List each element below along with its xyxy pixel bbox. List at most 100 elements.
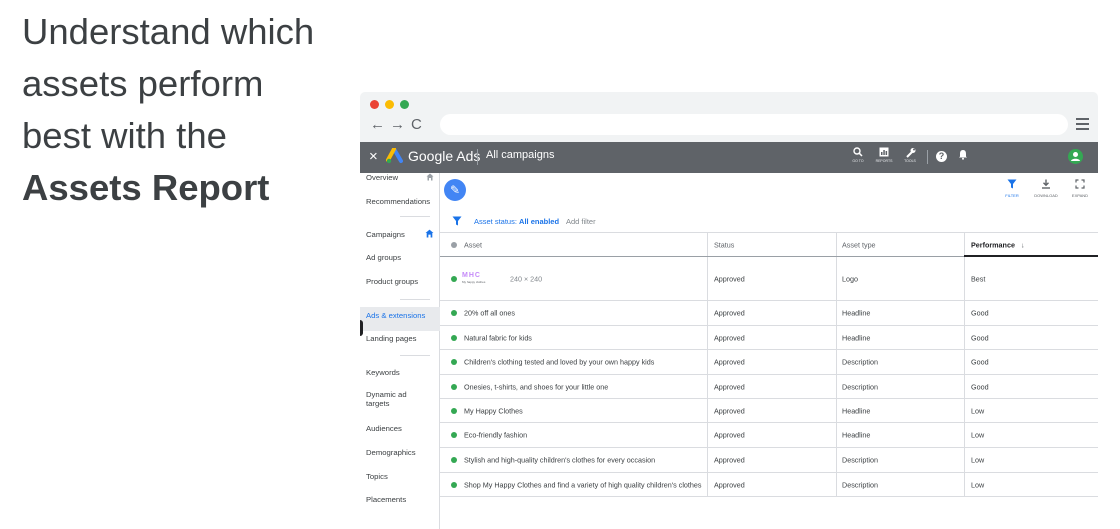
cell-performance: Good [971, 357, 989, 367]
table-row[interactable]: 20% off all ones Approved Headline Good [440, 301, 1098, 326]
google-ads-header: × Google Ads All campaigns GO TO REPORTS… [360, 142, 1098, 173]
filter-icon [1000, 179, 1024, 193]
back-icon[interactable]: ← [370, 116, 385, 133]
sidebar-item-ads-extensions[interactable]: Ads & extensions [366, 311, 436, 320]
cell-asset-type: Description [842, 455, 878, 465]
expand-button[interactable]: EXPAND [1068, 179, 1092, 199]
cell-status: Approved [714, 357, 745, 367]
sidebar-item-product-groups[interactable]: Product groups [366, 277, 436, 286]
cell-asset-type: Description [842, 357, 878, 367]
cell-performance: Good [971, 382, 989, 391]
enabled-status-dot [451, 407, 457, 414]
cell-status: Approved [714, 274, 745, 283]
cell-status: Approved [714, 430, 745, 440]
enabled-status-dot [451, 359, 457, 365]
cell-asset-type: Description [842, 480, 878, 489]
table-row[interactable]: Children's clothing tested and loved by … [440, 350, 1098, 375]
headline: Understand which assets perform best wit… [22, 6, 352, 214]
close-window-dot[interactable] [370, 100, 379, 109]
sort-arrow-icon: ↓ [1020, 240, 1025, 249]
sidebar-item-recommendations[interactable]: Recommendations [366, 197, 436, 206]
help-icon[interactable]: ? [936, 151, 947, 162]
filter-button[interactable]: FILTER [1000, 179, 1024, 199]
header-status[interactable]: Status [714, 240, 734, 249]
download-button[interactable]: DOWNLOAD [1032, 179, 1060, 199]
table-header: Asset Status Asset type Performance ↓ [440, 233, 1098, 257]
download-icon [1032, 179, 1060, 193]
headline-line-2: assets perform [22, 63, 264, 104]
cell-asset: Onesies, t-shirts, and shoes for your li… [464, 382, 609, 391]
cell-performance: Low [971, 406, 985, 415]
sidebar-item-placements[interactable]: Placements [366, 495, 436, 504]
headline-line-4: Assets Report [22, 167, 270, 208]
sidebar-item-keywords[interactable]: Keywords [366, 368, 436, 377]
header-asset[interactable]: Asset [464, 240, 482, 249]
goto-button[interactable]: GO TO [846, 147, 870, 164]
table-row[interactable]: Eco-friendly fashion Approved Headline L… [440, 423, 1098, 448]
browser-navbar: ← → C [360, 112, 1098, 140]
header-performance[interactable]: Performance ↓ [971, 240, 1025, 249]
table-row[interactable]: Shop My Happy Clothes and find a variety… [440, 473, 1098, 497]
cell-performance: Low [971, 455, 985, 465]
account-avatar[interactable] [1068, 149, 1083, 164]
main-content: ✎ FILTER DOWNLOAD EXPAND Asset status: A… [440, 173, 1098, 529]
close-icon[interactable]: × [369, 148, 378, 165]
sidebar-item-demographics[interactable]: Demographics [366, 448, 436, 457]
cell-asset: 20% off all ones [464, 308, 516, 318]
table-row[interactable]: Natural fabric for kids Approved Headlin… [440, 326, 1098, 350]
tools-button[interactable]: TOOLS [898, 147, 922, 164]
sidebar-resize-handle[interactable] [360, 320, 363, 336]
header-divider [477, 149, 478, 165]
cell-status: Approved [714, 406, 745, 415]
headline-line-1: Understand which [22, 11, 315, 52]
cell-asset: Children's clothing tested and loved by … [464, 357, 655, 367]
logo-dimensions: 240 × 240 [510, 274, 543, 283]
cell-status: Approved [714, 382, 745, 391]
filter-bar-icon[interactable] [452, 216, 462, 229]
tools-label: TOOLS [904, 159, 916, 163]
cell-asset-type: Headline [842, 406, 871, 415]
wrench-icon [898, 147, 922, 159]
cell-performance: Low [971, 430, 985, 440]
cell-asset-type: Headline [842, 308, 871, 318]
reports-button[interactable]: REPORTS [872, 147, 896, 164]
pencil-icon: ✎ [449, 183, 461, 197]
edit-button[interactable]: ✎ [444, 179, 466, 201]
asset-status-filter[interactable]: Asset status: All enabled [474, 217, 559, 226]
filter-prefix: Asset status: [474, 217, 517, 226]
table-row[interactable]: Onesies, t-shirts, and shoes for your li… [440, 375, 1098, 399]
table-row[interactable]: MHC My happy clothes 240 × 240 Approved … [440, 257, 1098, 301]
maximize-window-dot[interactable] [400, 100, 409, 109]
brand-name: Google Ads [408, 148, 481, 164]
goto-label: GO TO [852, 159, 864, 163]
forward-icon[interactable]: → [390, 116, 405, 133]
sidebar-divider [400, 355, 430, 356]
add-filter-link[interactable]: Add filter [566, 217, 596, 226]
menu-icon[interactable] [1076, 118, 1089, 133]
table-row[interactable]: My Happy Clothes Approved Headline Low [440, 399, 1098, 423]
cell-asset: Shop My Happy Clothes and find a variety… [464, 480, 702, 489]
campaign-selector[interactable]: All campaigns [486, 149, 554, 161]
table-row[interactable]: Stylish and high-quality children's clot… [440, 448, 1098, 473]
cell-asset: Stylish and high-quality children's clot… [464, 455, 656, 465]
sidebar-item-dynamic-ad-targets[interactable]: Dynamic ad targets [366, 390, 418, 408]
sidebar-item-landing-pages[interactable]: Landing pages [366, 334, 436, 343]
cell-asset-type: Description [842, 382, 878, 391]
address-bar[interactable] [440, 114, 1068, 135]
cell-asset-type: Headline [842, 333, 871, 342]
bell-icon[interactable] [958, 149, 968, 163]
header-asset-type[interactable]: Asset type [842, 240, 876, 249]
enabled-status-dot [451, 432, 457, 438]
home-icon [425, 229, 434, 240]
enabled-status-dot [451, 275, 457, 282]
window-controls [370, 100, 409, 109]
logo-thumbnail[interactable]: MHC My happy clothes [462, 271, 492, 287]
reload-icon[interactable]: C [411, 116, 422, 133]
sidebar-item-ad-groups[interactable]: Ad groups [366, 253, 436, 262]
status-header-dot [451, 242, 457, 248]
cell-status: Approved [714, 308, 745, 318]
filter-label: FILTER [1005, 193, 1019, 198]
minimize-window-dot[interactable] [385, 100, 394, 109]
sidebar-item-topics[interactable]: Topics [366, 472, 436, 481]
sidebar-item-audiences[interactable]: Audiences [366, 424, 436, 433]
